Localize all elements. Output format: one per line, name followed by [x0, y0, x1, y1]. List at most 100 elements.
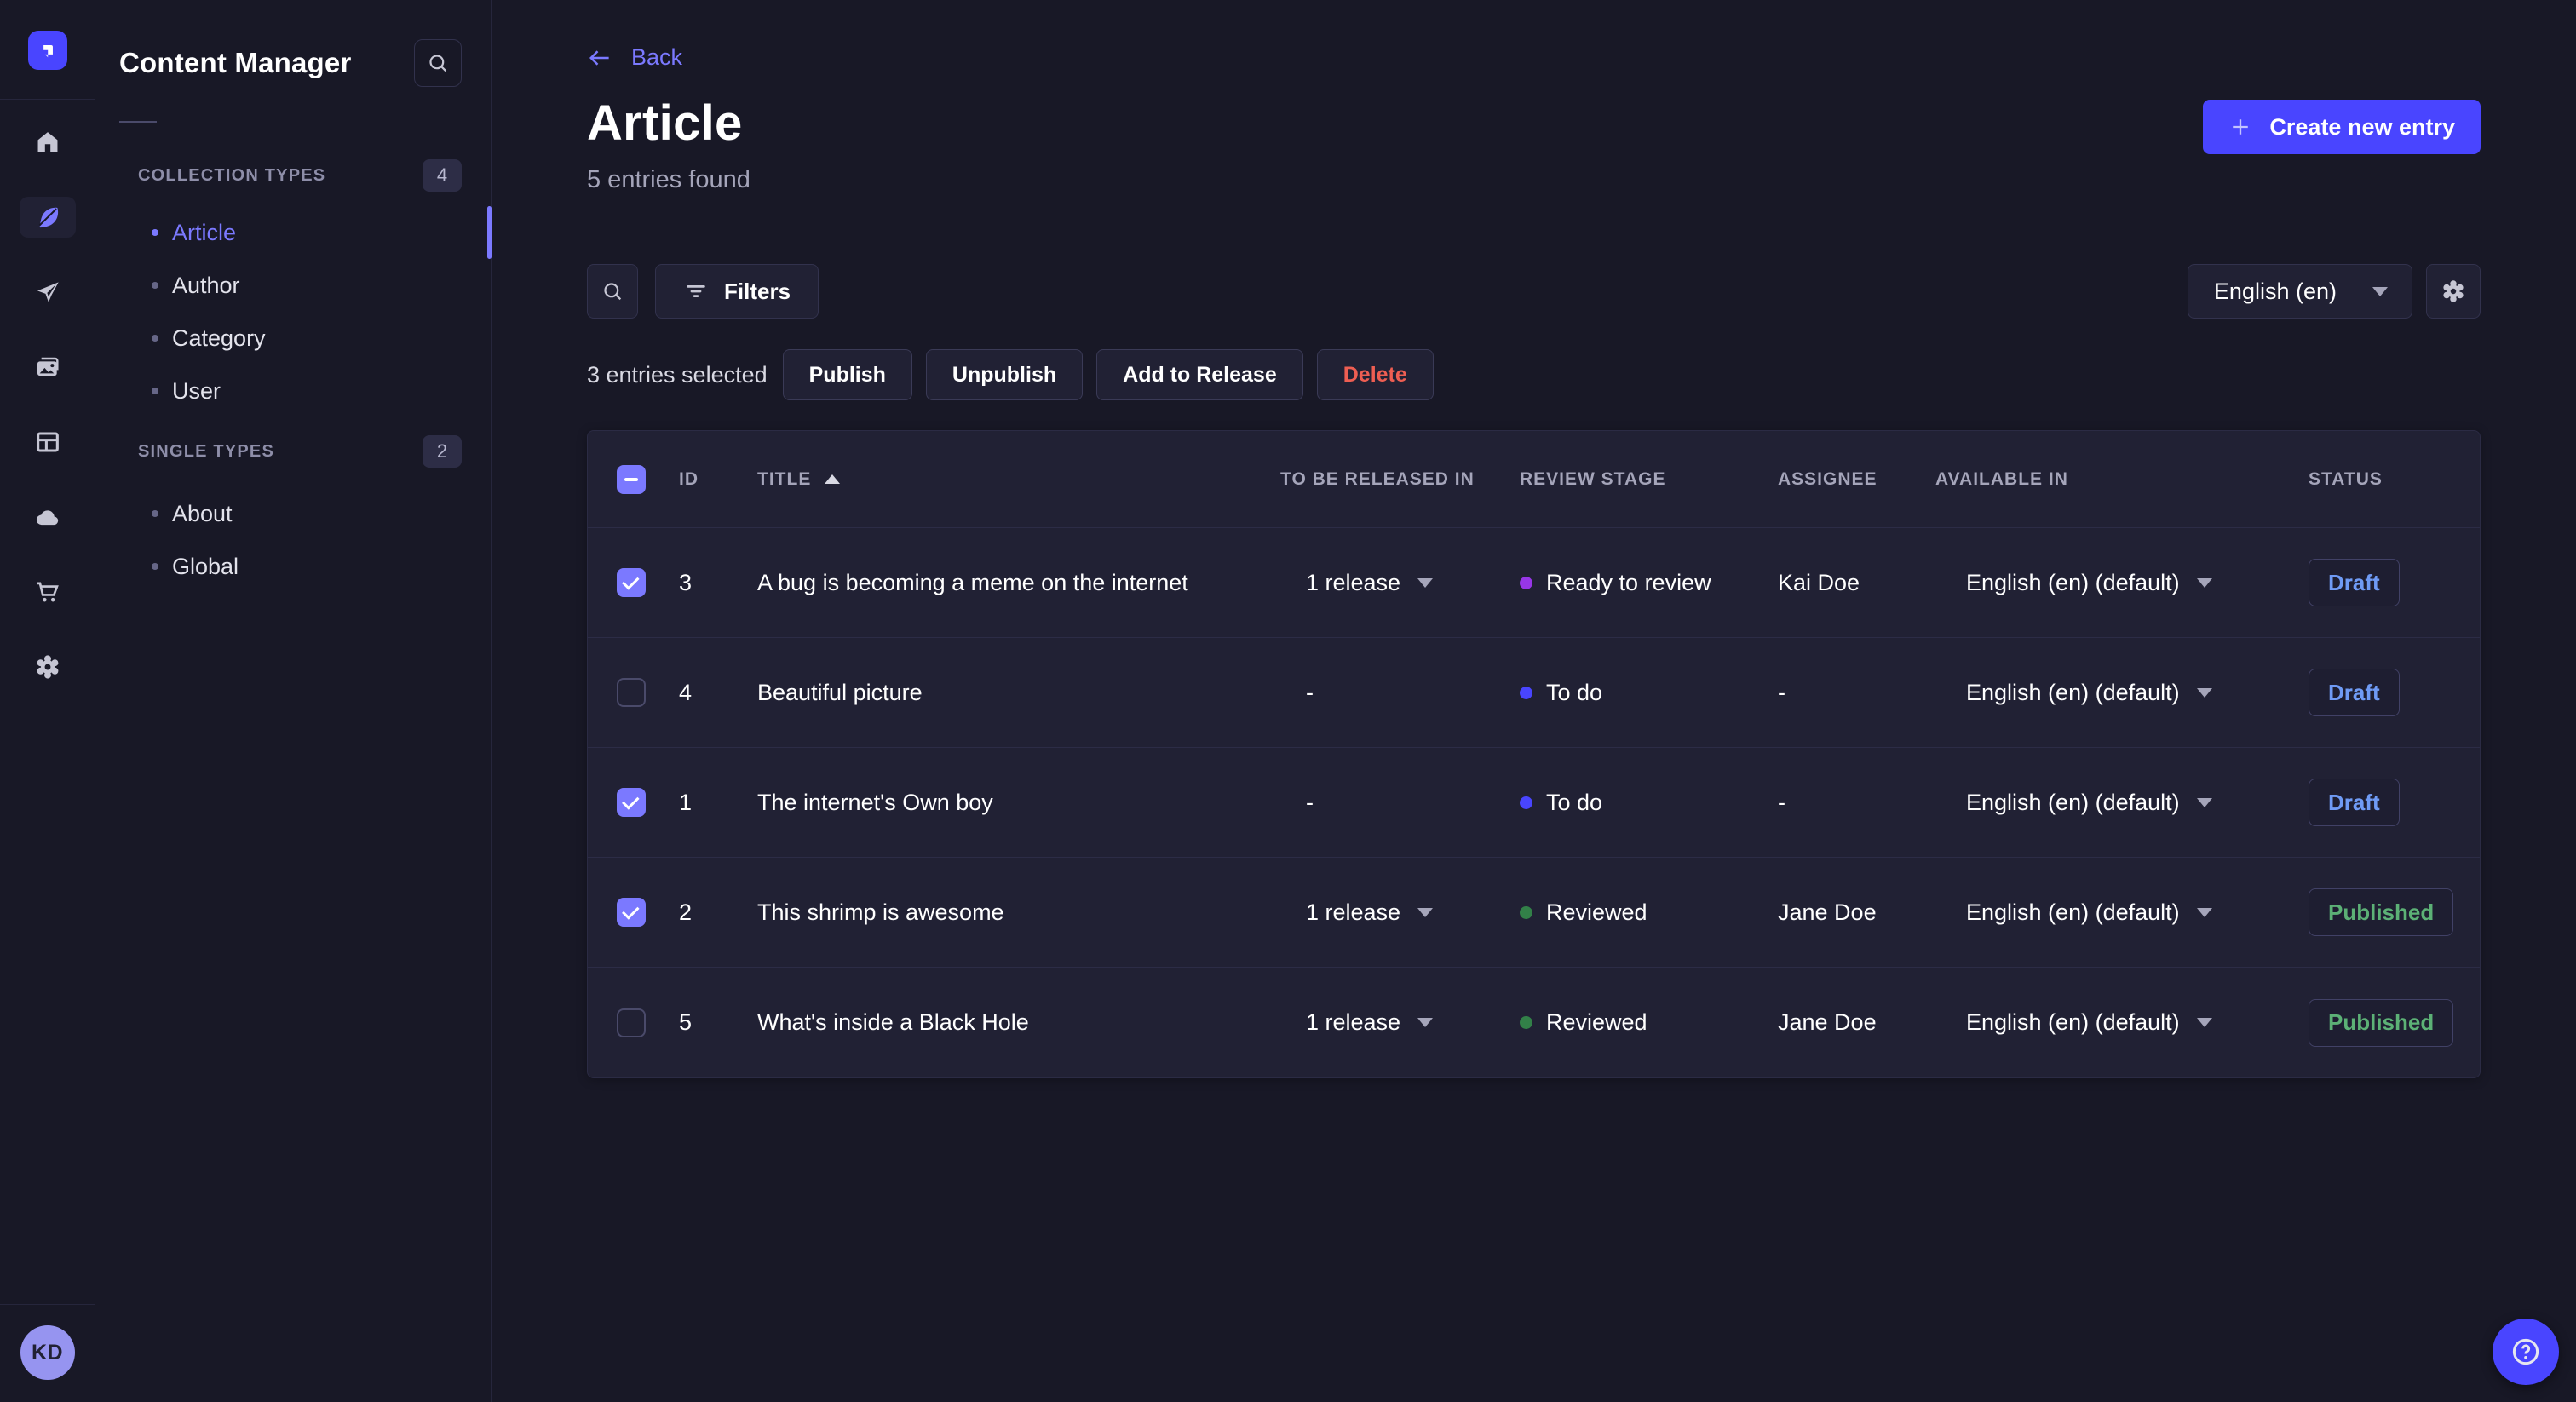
chevron-down-icon [2196, 687, 2212, 698]
back-link[interactable]: Back [587, 44, 682, 71]
filter-icon [687, 285, 705, 297]
chevron-down-icon [2196, 797, 2212, 807]
table-row[interactable]: 4 Beautiful picture - To do - English (e… [588, 638, 2480, 748]
table-search-button[interactable] [587, 264, 638, 319]
column-header-assignee: ASSIGNEE [1778, 468, 1877, 489]
cell-assignee: Jane Doe [1778, 1009, 1877, 1035]
table-row[interactable]: 2 This shrimp is awesome 1 release Revie… [588, 858, 2480, 968]
user-avatar[interactable]: KD [20, 1325, 75, 1380]
home-icon[interactable] [20, 122, 76, 163]
cell-release[interactable]: 1 release [1280, 570, 1520, 596]
sidebar-item-about[interactable]: About [95, 487, 491, 540]
sidebar-item-label: Category [172, 325, 266, 351]
stage-dot [1520, 905, 1532, 919]
feather-icon[interactable] [19, 197, 76, 238]
delete-button[interactable]: Delete [1316, 349, 1434, 400]
status-badge: Draft [2309, 779, 2400, 826]
filters-label: Filters [724, 278, 791, 304]
stage-dot [1520, 1016, 1532, 1029]
gear-icon[interactable] [20, 646, 76, 687]
sidebar-item-article[interactable]: Article [95, 206, 491, 259]
table-row[interactable]: 5 What's inside a Black Hole 1 release R… [588, 968, 2480, 1077]
sidebar-item-category[interactable]: Category [95, 312, 491, 365]
single-types-label: SINGLE TYPES [138, 441, 274, 461]
cell-available-in[interactable]: English (en) (default) [1935, 899, 2309, 926]
cell-release[interactable]: - [1280, 680, 1520, 706]
cell-id: 4 [679, 679, 693, 705]
cell-available-in[interactable]: English (en) (default) [1935, 790, 2309, 816]
view-settings-button[interactable] [2426, 264, 2481, 319]
publish-button[interactable]: Publish [782, 349, 912, 400]
cell-status: Published [2309, 998, 2480, 1047]
sidebar-item-user[interactable]: User [95, 365, 491, 417]
cell-assignee: - [1778, 679, 1785, 705]
cell-title: A bug is becoming a meme on the internet [757, 569, 1188, 595]
media-library-icon[interactable] [20, 347, 76, 388]
cloud-icon[interactable] [20, 497, 76, 537]
locale-select[interactable]: English (en) [2187, 264, 2412, 319]
chevron-down-icon [2196, 1018, 2212, 1027]
status-badge: Draft [2309, 559, 2400, 606]
rail-footer: KD [0, 1304, 95, 1402]
column-header-status: STATUS [2309, 468, 2383, 489]
cell-id: 3 [679, 569, 693, 595]
sidebar-item-label: Article [172, 219, 237, 245]
table-row[interactable]: 3 A bug is becoming a meme on the intern… [588, 528, 2480, 638]
strapi-logo-glyph [43, 45, 53, 58]
cell-available-in[interactable]: English (en) (default) [1935, 1009, 2309, 1036]
row-checkbox[interactable] [617, 678, 646, 707]
search-icon [429, 55, 447, 72]
cell-assignee: Kai Doe [1778, 569, 1860, 595]
create-new-entry-button[interactable]: Create new entry [2203, 100, 2481, 154]
cell-id: 5 [679, 1009, 693, 1035]
single-types-count-badge: 2 [423, 435, 462, 468]
entries-table: ID TITLE TO BE RELEASED IN REVIEW STAGE … [587, 430, 2481, 1078]
sidebar-title: Content Manager [119, 47, 352, 78]
cell-release[interactable]: 1 release [1280, 1009, 1520, 1036]
strapi-logo[interactable] [27, 31, 67, 70]
unpublish-button[interactable]: Unpublish [925, 349, 1084, 400]
arrow-left-icon [589, 49, 609, 66]
layout-icon[interactable] [20, 422, 76, 463]
row-checkbox[interactable] [617, 788, 646, 817]
brand-logo-section [0, 0, 95, 100]
cell-id: 2 [679, 899, 693, 925]
question-mark-icon [2512, 1338, 2539, 1365]
paper-plane-icon[interactable] [20, 272, 76, 313]
cell-status: Published [2309, 888, 2480, 936]
bullet-icon [152, 229, 158, 236]
cell-review-stage: Reviewed [1520, 899, 1778, 926]
add-to-release-button[interactable]: Add to Release [1096, 349, 1303, 400]
column-header-review-stage: REVIEW STAGE [1520, 468, 1666, 489]
back-label: Back [631, 44, 683, 70]
collection-types-count-badge: 4 [423, 159, 462, 192]
rail-nav-items [19, 122, 76, 687]
cell-available-in[interactable]: English (en) (default) [1935, 680, 2309, 706]
search-icon [604, 283, 622, 301]
cell-title: What's inside a Black Hole [757, 1009, 1029, 1035]
cell-assignee: - [1778, 789, 1785, 815]
row-checkbox[interactable] [617, 1008, 646, 1037]
cart-icon[interactable] [20, 572, 76, 612]
filters-button[interactable]: Filters [655, 264, 819, 319]
create-new-entry-label: Create new entry [2269, 113, 2455, 140]
cell-release[interactable]: - [1280, 790, 1520, 816]
locale-select-value: English (en) [2213, 278, 2337, 304]
sidebar-item-label: Global [172, 553, 239, 579]
sidebar-search-button[interactable] [414, 39, 462, 87]
cell-available-in[interactable]: English (en) (default) [1935, 570, 2309, 596]
column-header-available-in: AVAILABLE IN [1935, 468, 2068, 489]
help-button[interactable] [2493, 1319, 2559, 1385]
chevron-down-icon [1417, 577, 1434, 588]
sidebar-item-author[interactable]: Author [95, 259, 491, 312]
select-all-checkbox[interactable] [617, 464, 646, 494]
cell-release[interactable]: 1 release [1280, 899, 1520, 926]
column-header-title[interactable]: TITLE [757, 469, 1280, 490]
row-checkbox[interactable] [617, 898, 646, 927]
table-row[interactable]: 1 The internet's Own boy - To do - Engli… [588, 748, 2480, 858]
bullet-icon [152, 563, 158, 570]
row-checkbox[interactable] [617, 568, 646, 597]
cell-title: The internet's Own boy [757, 789, 993, 815]
sidebar-item-global[interactable]: Global [95, 540, 491, 593]
bullet-icon [152, 282, 158, 289]
